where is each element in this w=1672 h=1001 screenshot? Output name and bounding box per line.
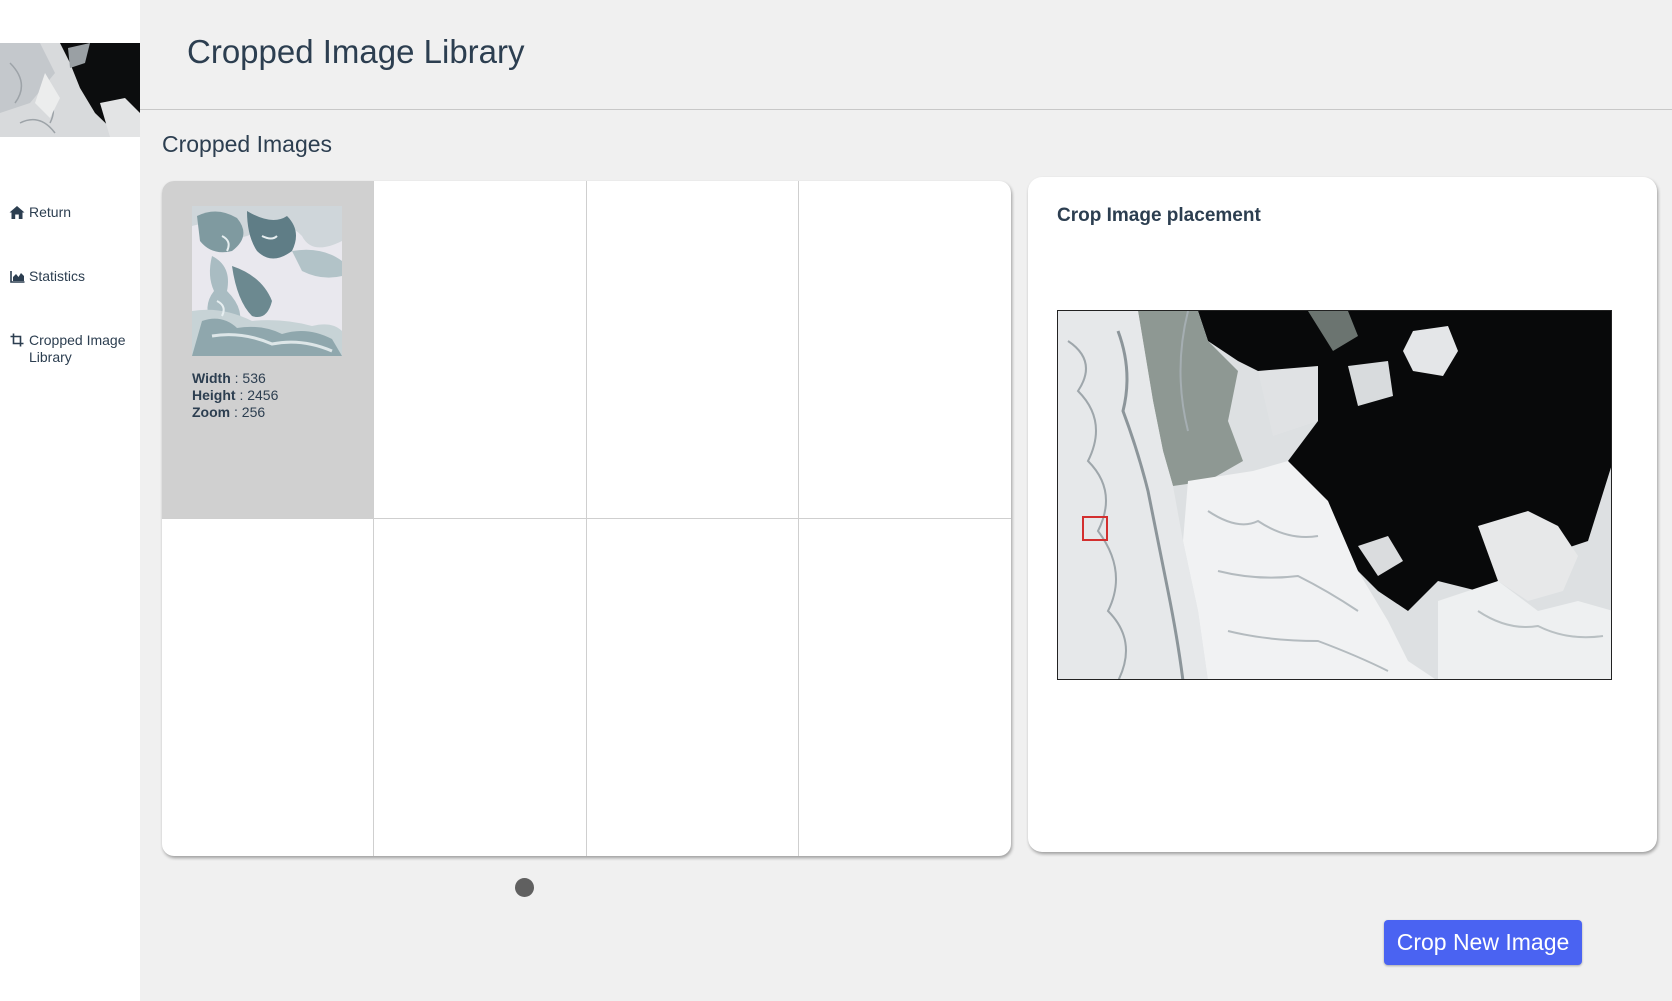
- sidebar-item-return[interactable]: Return: [8, 204, 129, 221]
- sidebar-item-label: Return: [29, 204, 72, 220]
- empty-grid-cell: [374, 181, 587, 519]
- crop-new-image-button[interactable]: Crop New Image: [1384, 920, 1582, 965]
- crop-thumbnail[interactable]: [192, 206, 342, 356]
- chart-area-icon: [8, 268, 26, 284]
- sidebar-item-statistics[interactable]: Statistics: [8, 268, 129, 285]
- page-header: Cropped Image Library: [140, 0, 1672, 110]
- width-value: 536: [242, 370, 266, 386]
- crop-placement-card: Crop Image placement: [1028, 177, 1657, 852]
- sidebar: Return Statistics Cropped Image Library: [0, 0, 140, 1001]
- home-icon: [8, 204, 26, 220]
- sidebar-source-image-thumbnail[interactable]: [0, 43, 140, 137]
- pagination-dot[interactable]: [515, 878, 534, 897]
- sidebar-item-cropped-image-library[interactable]: Cropped Image Library: [8, 332, 129, 366]
- sidebar-item-label: Cropped Image Library: [29, 332, 126, 365]
- empty-grid-cell: [587, 518, 799, 856]
- crop-placement-title: Crop Image placement: [1057, 205, 1261, 226]
- crop-card[interactable]: Width : 536 Height : 2456 Zoom : 256: [162, 181, 375, 519]
- empty-grid-cell: [586, 181, 799, 519]
- crop-icon: [8, 332, 26, 348]
- empty-grid-cell: [162, 518, 375, 856]
- section-title: Cropped Images: [162, 131, 333, 157]
- width-label: Width: [192, 370, 231, 386]
- page-title: Cropped Image Library: [187, 33, 525, 70]
- empty-grid-cell: [798, 181, 1011, 519]
- height-value: 2456: [247, 387, 279, 403]
- sidebar-item-label: Statistics: [29, 268, 86, 284]
- empty-grid-cell: [799, 519, 1011, 857]
- height-label: Height: [192, 387, 236, 403]
- crop-details: Width : 536 Height : 2456 Zoom : 256: [192, 370, 279, 420]
- cropped-images-grid: Width : 536 Height : 2456 Zoom : 256: [162, 181, 1011, 856]
- placement-source-image: [1057, 310, 1612, 680]
- empty-grid-cell: [374, 518, 587, 856]
- zoom-value: 256: [241, 404, 266, 420]
- zoom-label: Zoom: [192, 404, 231, 420]
